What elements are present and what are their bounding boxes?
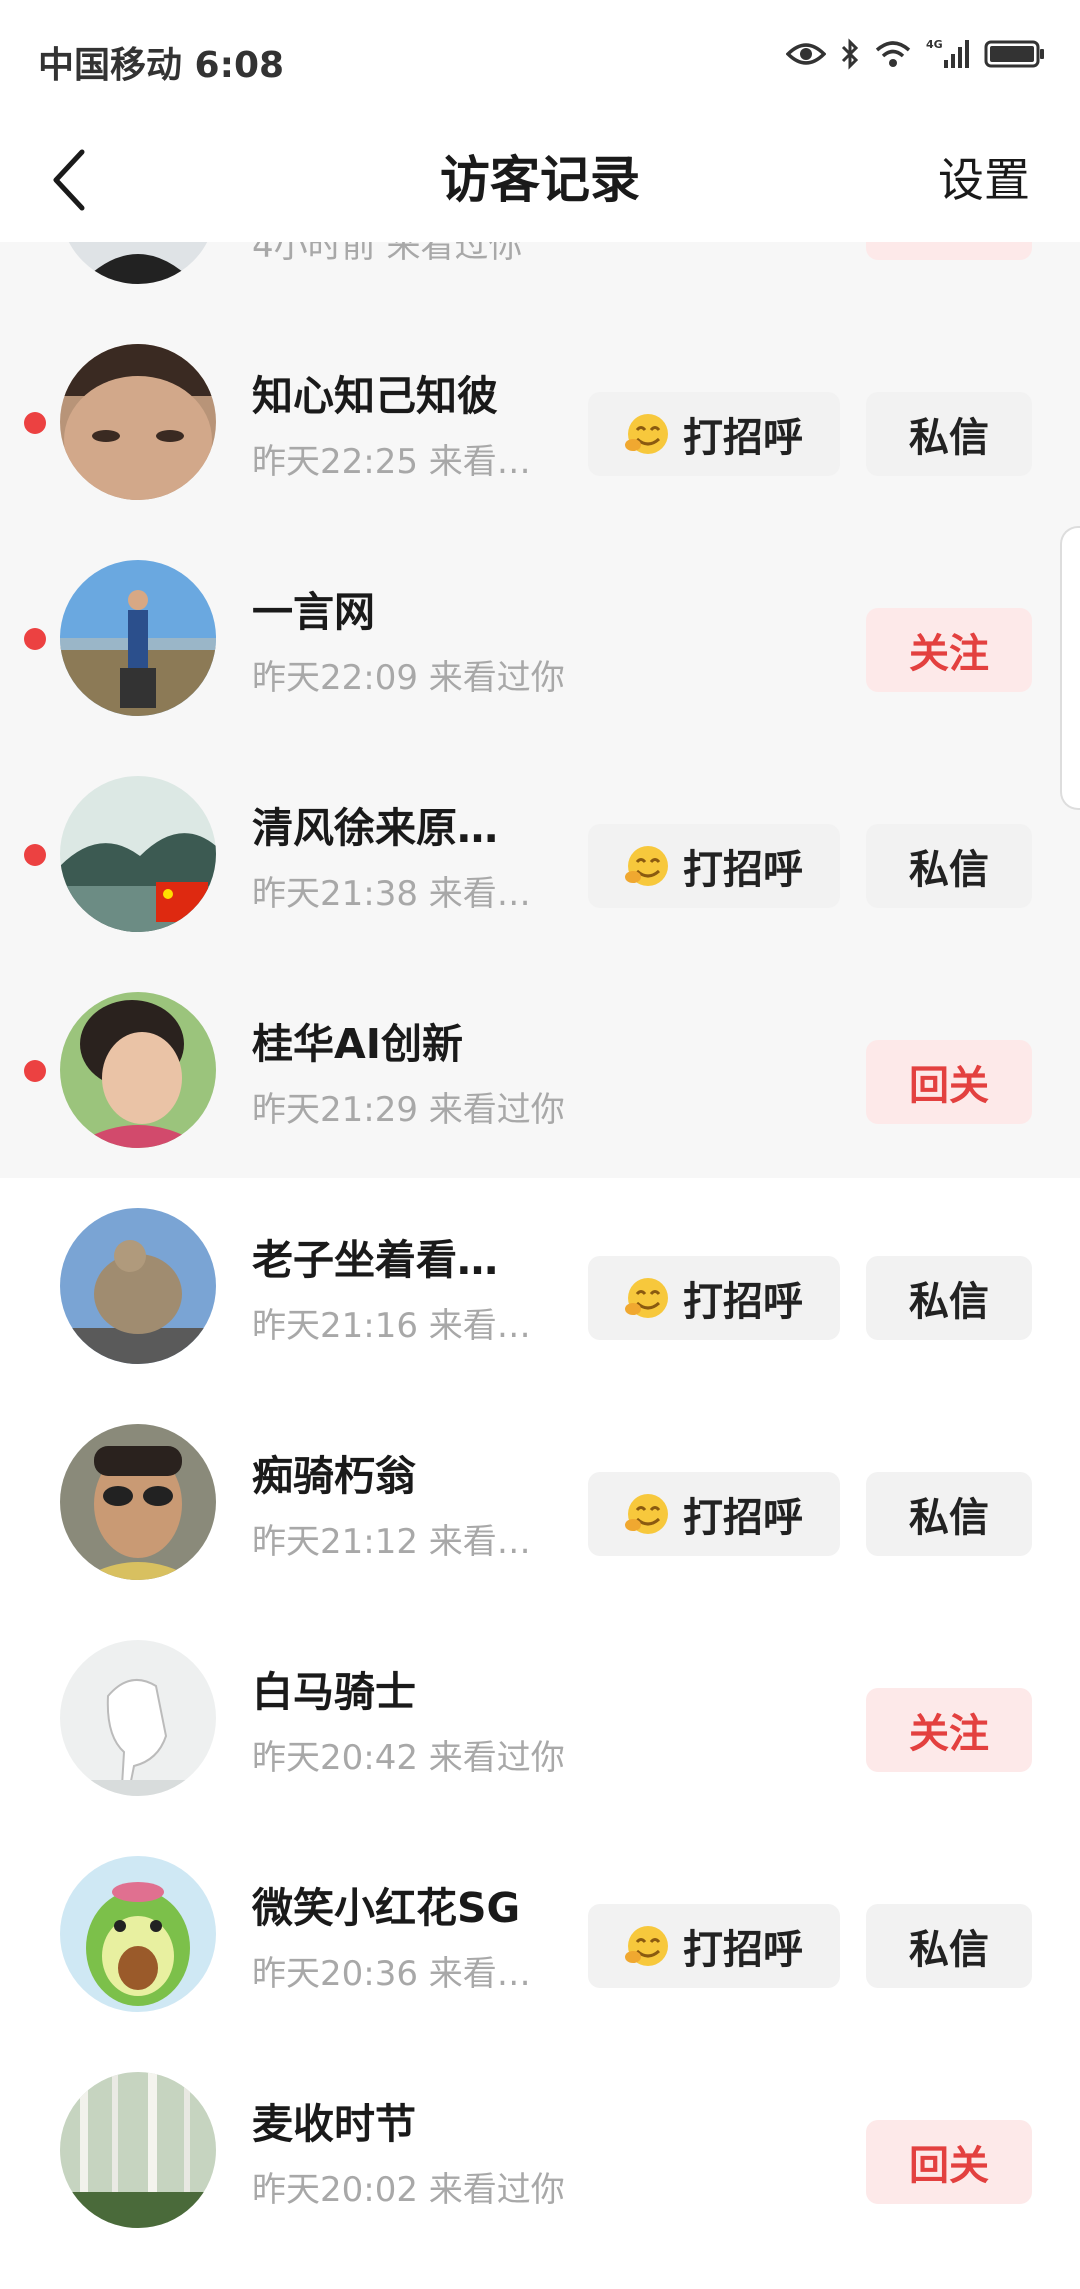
battery-icon [984,40,1044,68]
smile-emoji-icon [625,846,668,886]
avatar[interactable] [60,992,216,1148]
greet-button[interactable]: 打招呼 [588,824,840,908]
avatar[interactable] [60,2072,216,2228]
greet-label: 打招呼 [683,415,803,461]
unread-dot [24,844,46,866]
visitor-row[interactable]: 微笑小红花SG 昨天20:36 来看… 打招呼 私信 [0,1826,1080,2042]
follow-button[interactable]: 关注 [866,1688,1032,1772]
message-button[interactable]: 私信 [866,1904,1032,1988]
unread-dot [24,628,46,650]
network-label: 4G [926,38,943,51]
follow-back-button[interactable]: 回关 [866,2120,1032,2204]
visit-time: 昨天20:02 来看过你 [252,2170,565,2210]
status-bar: 中国移动 6:08 4G [0,0,1080,118]
visit-time: 昨天20:42 来看过你 [252,1738,565,1778]
follow-button[interactable]: 关注 [866,608,1032,692]
avatar[interactable] [60,1208,216,1364]
unread-dot [24,1060,46,1082]
visitor-name[interactable]: 麦收时节 [252,2090,416,2150]
visitor-name[interactable]: 白马骑士 [252,1658,416,1718]
greet-label: 打招呼 [683,1279,803,1325]
follow-label: 关注 [909,1711,989,1757]
smile-emoji-icon [625,414,668,454]
visitor-name[interactable]: 知心知己知彼 [252,362,498,422]
follow-label: 回关 [909,242,989,247]
message-label: 私信 [909,1927,989,1973]
message-label: 私信 [909,1279,989,1325]
smile-emoji-icon [625,1494,668,1534]
visit-time: 昨天21:29 来看过你 [252,1090,565,1130]
message-label: 私信 [909,847,989,893]
visitor-row[interactable]: 4小时前 来看过你 回关 [0,242,1080,314]
avatar[interactable] [60,344,216,500]
page-title: 访客记录 [440,151,640,209]
visitor-row[interactable]: 桂华AI创新昨天21:29 来看过你 回关 [0,962,1080,1178]
settings-button[interactable]: 设置 [938,144,1030,216]
greet-button[interactable]: 打招呼 [588,1256,840,1340]
visitor-name[interactable]: 清风徐来原… [252,794,498,854]
avatar[interactable] [60,1424,216,1580]
avatar[interactable] [60,560,216,716]
nav-header: 访客记录 设置 [0,118,1080,242]
visitor-row[interactable]: 知心知己知彼昨天22:25 来看… 打招呼 私信 [0,314,1080,530]
wifi-icon [875,41,911,67]
visit-time: 昨天22:25 来看… [252,442,531,482]
visitor-name[interactable]: 痴骑朽翁 [252,1442,416,1502]
visit-time: 4小时前 来看过你 [252,242,523,266]
message-button[interactable]: 私信 [866,392,1032,476]
greet-button[interactable]: 打招呼 [588,392,840,476]
greet-label: 打招呼 [683,1927,803,1973]
visit-time: 昨天21:12 来看… [252,1522,531,1562]
follow-label: 回关 [909,2143,989,2189]
follow-label: 关注 [909,631,989,677]
visitor-row[interactable]: 白马骑士昨天20:42 来看过你 关注 [0,1610,1080,1826]
visit-time: 昨天21:38 来看… [252,874,531,914]
carrier-time: 中国移动 6:08 [38,45,285,86]
smile-emoji-icon [625,1278,668,1318]
unread-dot [24,412,46,434]
avatar[interactable] [60,1640,216,1796]
visitor-name[interactable]: 桂华AI创新 [252,1010,463,1070]
message-label: 私信 [909,1495,989,1541]
status-icons: 4G [786,38,1046,70]
greet-label: 打招呼 [683,1495,803,1541]
greet-button[interactable]: 打招呼 [588,1472,840,1556]
greet-label: 打招呼 [683,847,803,893]
visitor-row[interactable]: 麦收时节昨天20:02 来看过你 回关 [0,2042,1080,2258]
bluetooth-icon [841,38,859,70]
follow-back-button[interactable]: 回关 [866,242,1032,260]
message-button[interactable]: 私信 [866,1472,1032,1556]
avatar[interactable] [60,1856,216,2012]
greet-button[interactable]: 打招呼 [588,1904,840,1988]
avatar[interactable] [60,776,216,932]
visit-time: 昨天21:16 来看… [252,1306,531,1346]
visitor-list[interactable]: 4小时前 来看过你回关知心知己知彼昨天22:25 来看…打招呼私信一言网昨天22… [0,242,1080,2289]
visitor-name[interactable]: 微笑小红花SG [252,1874,520,1934]
follow-back-button[interactable]: 回关 [866,1040,1032,1124]
smile-emoji-icon [625,1926,668,1966]
follow-label: 回关 [909,1063,989,1109]
message-button[interactable]: 私信 [866,1256,1032,1340]
visitor-row[interactable]: 一言网昨天22:09 来看过你 关注 [0,530,1080,746]
visitor-row[interactable]: 痴骑朽翁昨天21:12 来看… 打招呼 私信 [0,1394,1080,1610]
visitor-row[interactable]: 清风徐来原… 昨天21:38 来看… 打招呼 私信 [0,746,1080,962]
visitor-name[interactable]: 一言网 [252,578,375,638]
message-label: 私信 [909,415,989,461]
signal-icon: 4G [926,38,969,68]
eye-icon [786,43,826,65]
visit-time: 昨天22:09 来看过你 [252,658,565,698]
scroll-handle[interactable] [1060,526,1080,810]
visit-time: 昨天20:36 来看… [252,1954,531,1994]
avatar[interactable] [60,242,216,284]
visitor-name[interactable]: 老子坐着看… [252,1226,498,1286]
message-button[interactable]: 私信 [866,824,1032,908]
visitor-row[interactable]: 老子坐着看… 昨天21:16 来看… 打招呼 私信 [0,1178,1080,1394]
